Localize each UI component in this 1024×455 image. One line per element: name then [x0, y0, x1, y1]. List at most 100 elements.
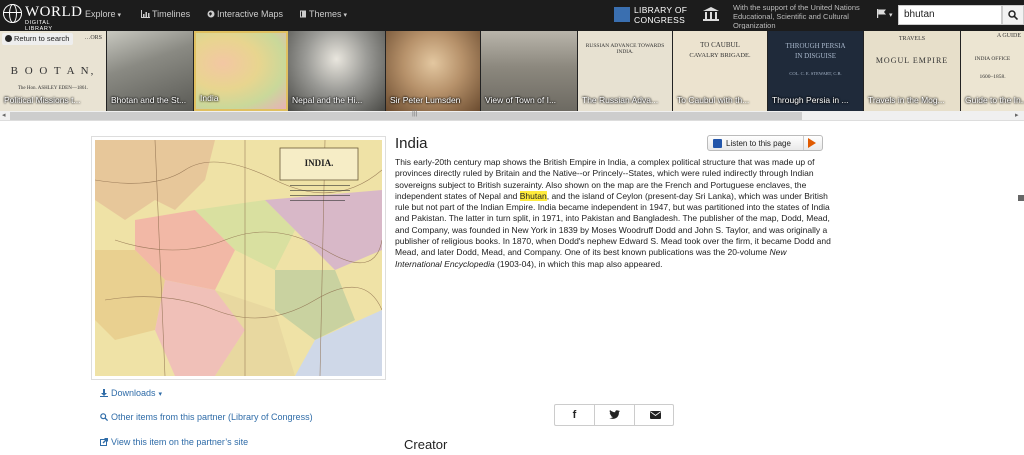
thumbnail-item[interactable]: View of Town of I... — [481, 31, 578, 111]
map-drawing: INDIA. — [95, 140, 382, 376]
listen-divider — [803, 136, 804, 150]
thumbnail-caption: View of Town of I... — [485, 95, 557, 105]
view-partner-site-link[interactable]: View this item on the partner’s site — [100, 437, 248, 447]
nav-explore[interactable]: Explore ▾ — [85, 9, 121, 19]
thumbnail-item[interactable]: TRAVELS MOGUL EMPIRE Travels in the Mog.… — [864, 31, 961, 111]
caret-down-icon: ▾ — [158, 391, 163, 398]
book-icon — [300, 10, 306, 18]
nav-interactive-maps[interactable]: Interactive Maps — [207, 9, 283, 19]
loc-line-1: LIBRARY OF — [634, 5, 688, 15]
thumbnail-item[interactable]: Sir Peter Lumsden — [386, 31, 481, 111]
search-term-highlight: Bhutan — [519, 190, 547, 201]
thumbnail-caption: India — [200, 93, 219, 103]
thumbnail-text: RUSSIAN ADVANCE TOWARDS INDIA. — [585, 43, 665, 55]
return-to-search-label: Return to search — [14, 34, 70, 43]
scroll-right-icon[interactable]: ▸ — [1015, 111, 1019, 119]
loc-book-icon — [614, 7, 630, 22]
caret-down-icon: ▾ — [343, 12, 348, 19]
thumbnail-text: The Hon. ASHLEY EDEN—1861. — [17, 86, 89, 91]
thumbnail-caption: The Russian Adva... — [582, 95, 659, 105]
thumbnail-item[interactable]: Bhotan and the St... — [107, 31, 194, 111]
thumbnail-caption: Sir Peter Lumsden — [390, 95, 461, 105]
email-share-button[interactable] — [635, 405, 675, 425]
thumbnail-caption: Guide to the In... — [965, 95, 1024, 105]
world-digital-library-logo[interactable]: WORLD DIGITAL LIBRARY — [3, 3, 82, 32]
other-items-label: Other items from this partner (Library o… — [111, 412, 313, 422]
unesco-support-text: With the support of the United Nations E… — [733, 3, 860, 29]
globe-logo-icon — [3, 4, 22, 23]
bar-chart-icon — [141, 10, 150, 18]
item-description: This early-20th century map shows the Br… — [395, 157, 835, 270]
scroll-left-icon[interactable]: ◂ — [2, 111, 6, 119]
download-icon — [100, 389, 108, 397]
share-buttons: f — [554, 404, 674, 426]
scrollbar-thumb[interactable]: ||| — [10, 110, 802, 120]
search-button[interactable] — [1002, 5, 1024, 25]
item-image[interactable]: INDIA. — [91, 136, 386, 380]
thumbnail-text: MOGUL EMPIRE — [875, 56, 949, 65]
loc-line-2: CONGRESS — [634, 15, 686, 25]
twitter-share-button[interactable] — [595, 405, 635, 425]
thumbnail-text: TRAVELS — [898, 36, 926, 42]
search-input[interactable]: bhutan — [898, 5, 1002, 25]
back-arrow-icon — [5, 35, 12, 42]
page-scroll-indicator[interactable] — [1018, 195, 1024, 201]
thumbnail-text: A GUIDE — [996, 33, 1021, 39]
thumbnail-text: COL. C. E. STEWART, C.B. — [789, 71, 842, 76]
thumbnail-item[interactable]: Nepal and the Hi... — [288, 31, 386, 111]
map-title-text: INDIA. — [305, 158, 334, 168]
item-title: India — [395, 135, 428, 152]
nav-timelines[interactable]: Timelines — [141, 9, 190, 19]
nav-themes-label: Themes — [309, 9, 342, 19]
nav-timelines-label: Timelines — [152, 9, 191, 19]
nav-themes[interactable]: Themes ▾ — [299, 9, 347, 19]
return-to-search-button[interactable]: Return to search — [2, 33, 74, 45]
caret-down-icon: ▾ — [889, 12, 893, 19]
top-navigation-bar: WORLD DIGITAL LIBRARY Explore ▾ Timelines… — [0, 0, 1024, 32]
flag-icon — [877, 9, 886, 18]
listen-label: Listen to this page — [726, 139, 791, 148]
thumbnail-text: THROUGH PERSIA — [785, 42, 846, 50]
thumbnail-text: B O O T A N, — [10, 65, 96, 77]
thumbnail-caption: Bhotan and the St... — [111, 95, 187, 105]
thumbnail-item[interactable]: A GUIDE INDIA OFFICE 1600–1858. Guide to… — [961, 31, 1024, 111]
nav-interactive-maps-label: Interactive Maps — [217, 9, 284, 19]
search-icon — [1008, 10, 1018, 20]
unesco-temple-icon[interactable] — [702, 6, 720, 22]
thumbnail-item[interactable]: TO CAUBUL CAVALRY BRIGADE. To Caubul wit… — [673, 31, 768, 111]
facebook-share-button[interactable]: f — [555, 405, 595, 425]
grip-icon: ||| — [412, 110, 418, 117]
thumbnail-text: INDIA OFFICE — [974, 56, 1011, 62]
thumbnail-text: CAVALRY BRIGADE. — [689, 52, 751, 59]
twitter-icon — [609, 410, 620, 419]
nav-explore-label: Explore — [85, 9, 116, 19]
thumbnail-caption: Through Persia in ... — [772, 95, 849, 105]
related-items-carousel: …ORS B O O T A N, The Hon. ASHLEY EDEN—1… — [0, 31, 1024, 111]
play-icon[interactable] — [808, 138, 816, 148]
thumbnail-item-selected[interactable]: India — [194, 31, 288, 111]
india-map-image: INDIA. — [95, 140, 382, 376]
thumbnail-text: 1600–1858. — [979, 74, 1006, 80]
external-link-icon — [100, 438, 108, 446]
thumbnail-caption: To Caubul with th... — [677, 95, 750, 105]
facebook-icon: f — [572, 409, 577, 421]
thumbnail-item[interactable]: THROUGH PERSIA IN DISGUISE COL. C. E. ST… — [768, 31, 864, 111]
thumbnail-caption: Travels in the Mog... — [868, 95, 945, 105]
creator-heading: Creator — [404, 437, 448, 452]
carousel-scrollbar[interactable]: ◂ ||| ▸ — [0, 110, 1024, 121]
other-items-link[interactable]: Other items from this partner (Library o… — [100, 412, 313, 422]
caret-down-icon: ▾ — [117, 12, 122, 19]
globe-icon — [207, 10, 215, 18]
thumbnail-caption: Political Missions t... — [4, 95, 81, 105]
email-icon — [649, 411, 661, 419]
search-icon — [100, 413, 108, 421]
speaker-icon — [713, 139, 722, 148]
listen-to-page-button[interactable]: Listen to this page — [707, 135, 823, 151]
thumbnail-text: TO CAUBUL — [700, 41, 740, 49]
language-selector[interactable]: ▾ — [877, 9, 893, 20]
downloads-link[interactable]: Downloads ▾ — [100, 388, 162, 398]
thumbnail-caption: Nepal and the Hi... — [292, 95, 363, 105]
thumbnail-item[interactable]: RUSSIAN ADVANCE TOWARDS INDIA. The Russi… — [578, 31, 673, 111]
thumbnail-text: IN DISGUISE — [794, 52, 837, 60]
downloads-label: Downloads — [111, 388, 156, 398]
